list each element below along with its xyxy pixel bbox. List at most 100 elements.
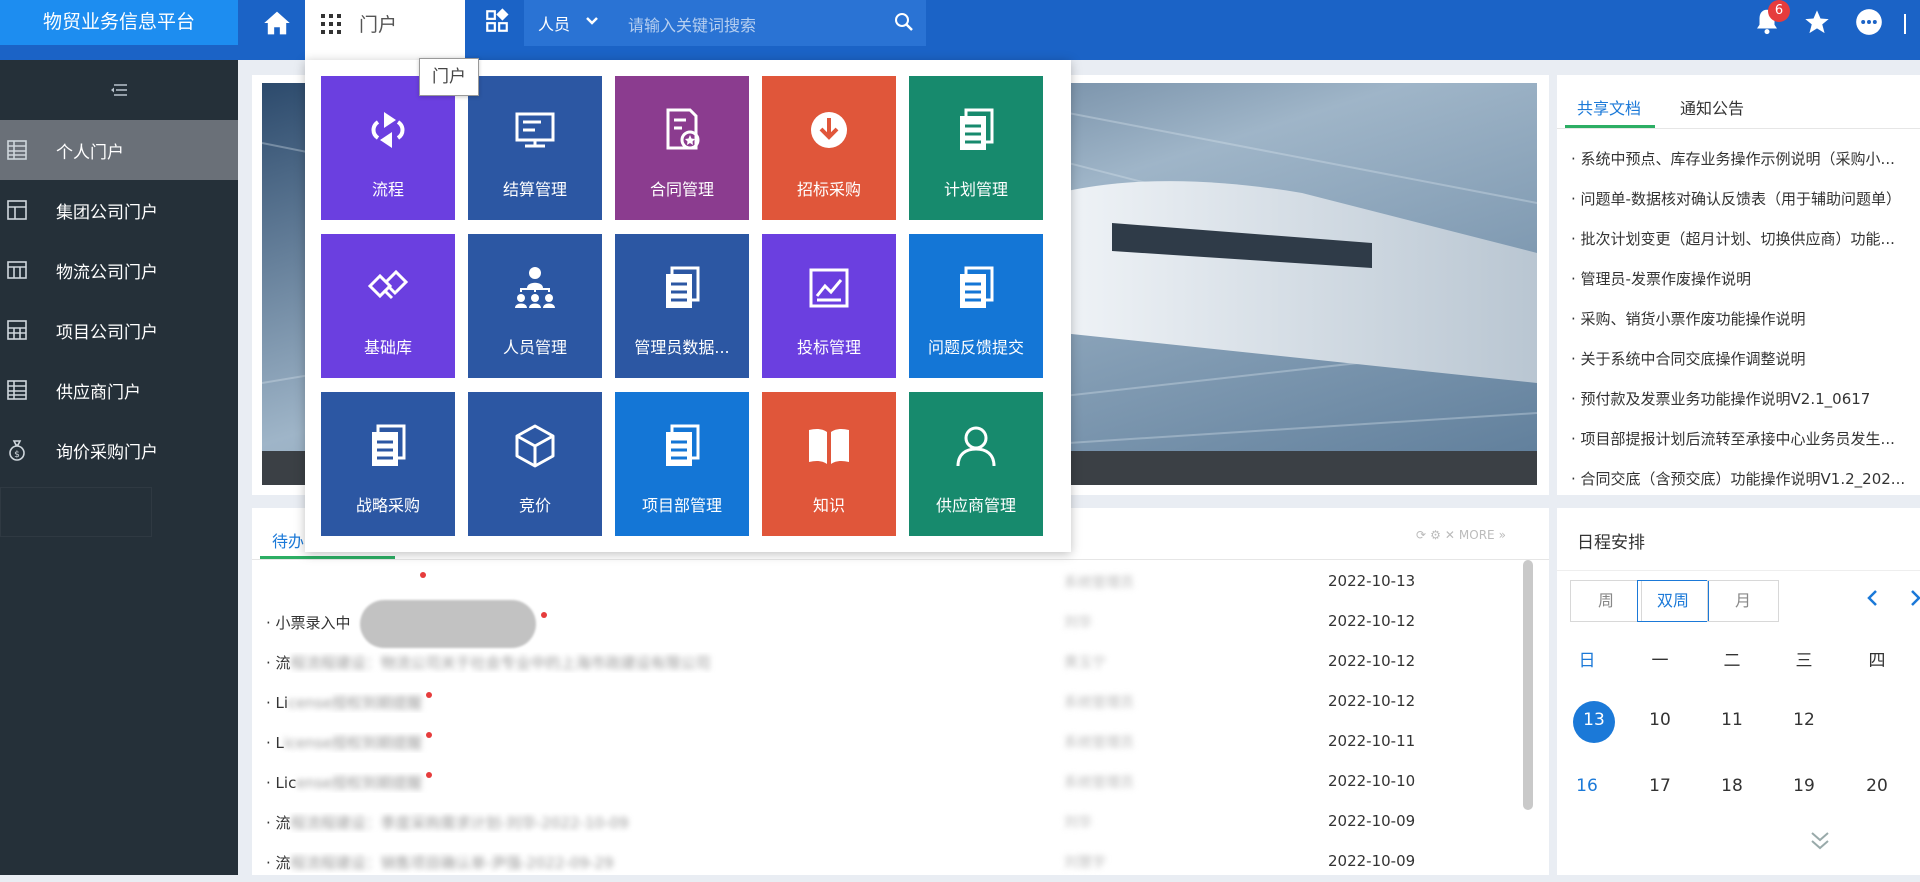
more-options-icon[interactable] (1855, 8, 1883, 36)
table-row[interactable]: · 流程流程建设：季度采购需求计划-刘华-2022-10-09 刘华 2022-… (252, 802, 1512, 842)
gear-icon[interactable]: ⚙ (1430, 528, 1441, 542)
chevron-down-icon[interactable] (584, 13, 600, 29)
tab-notices[interactable]: 通知公告 (1680, 95, 1744, 119)
table-icon (7, 380, 27, 400)
calendar-day[interactable]: 12 (1774, 710, 1834, 730)
view-week-button[interactable]: 周 (1570, 580, 1642, 622)
redacted-text: 程流程建设：销售项目确认单-尹强-2022-09-29 (290, 854, 614, 872)
list-item[interactable]: · 系统中预点、库存业务操作示例说明（采购小... (1571, 139, 1920, 179)
home-icon[interactable] (260, 6, 298, 40)
tile-label: 合同管理 (649, 180, 714, 199)
documents-panel: 共享文档 通知公告 · 系统中预点、库存业务操作示例说明（采购小... · 问题… (1557, 75, 1920, 495)
tile-personnel[interactable]: 人员管理 (468, 234, 602, 378)
tile-feedback[interactable]: 问题反馈提交 (909, 234, 1043, 378)
table-row[interactable]: · 流程流程建设：物流公司关于社会专业中的上海市政建设有限公司 黄玉宁 2022… (252, 642, 1512, 682)
table-row[interactable]: · License授权到期提醒 系统管理员 2022-10-11 (252, 722, 1512, 762)
tile-bidding[interactable]: 竞价 (468, 392, 602, 536)
tile-admin-data[interactable]: 管理员数据... (615, 234, 749, 378)
table-row[interactable]: 系统管理员 2022-10-13 (252, 562, 1512, 602)
tile-knowledge[interactable]: 知识 (762, 392, 896, 536)
list-item[interactable]: · 批次计划变更（超月计划、切换供应商）功能... (1571, 219, 1920, 259)
calendar-day[interactable]: 19 (1774, 776, 1834, 796)
tile-flow[interactable]: 流程 (321, 76, 455, 220)
redacted-text (266, 574, 416, 592)
chevron-left-icon[interactable] (1865, 588, 1881, 608)
calendar-day[interactable]: 11 (1702, 710, 1762, 730)
calendar-day[interactable]: 18 (1702, 776, 1762, 796)
portal-launcher-dropdown: 流程 结算管理 合同管理 招标采购 计划管理 基础库 人员管理 管理员数据...… (305, 60, 1071, 552)
tile-contract[interactable]: 合同管理 (615, 76, 749, 220)
close-icon[interactable]: ✕ (1445, 528, 1455, 542)
sidebar-item-personal-portal[interactable]: 个人门户 (0, 120, 238, 180)
search-scope-select[interactable]: 人员 (538, 11, 570, 35)
view-month-button[interactable]: 月 (1707, 580, 1779, 622)
tile-label: 基础库 (363, 338, 412, 357)
todo-date: 2022-10-10 (1328, 772, 1416, 790)
list-item[interactable]: · 项目部提报计划后流转至承接中心业务员发生... (1571, 419, 1920, 459)
portal-menu-tab[interactable]: 门户 (305, 0, 465, 60)
sidebar-item-group-portal[interactable]: 集团公司门户 (0, 180, 238, 240)
tile-base-library[interactable]: 基础库 (321, 234, 455, 378)
tile-tender-purchase[interactable]: 招标采购 (762, 76, 896, 220)
todo-title (266, 572, 866, 593)
sidebar-collapse-icon[interactable] (0, 60, 238, 120)
toolbar-divider (1904, 14, 1906, 34)
tab-todo[interactable]: 待办 (272, 528, 304, 552)
sidebar-item-logistics-portal[interactable]: 物流公司门户 (0, 240, 238, 300)
sidebar-item-label: 物流公司门户 (56, 263, 158, 283)
todo-panel: 待办 ⟳ ⚙ ✕ MORE» 系统管理员 2022-10-13 · 小票录入中 刘华 … (252, 508, 1549, 875)
tile-plan[interactable]: 计划管理 (909, 76, 1043, 220)
table-row[interactable]: · 流程流程建设：销售项目确认单-尹强-2022-09-29 刘慧宇 2022-… (252, 842, 1512, 882)
todo-date: 2022-10-13 (1328, 572, 1416, 590)
search-icon[interactable] (894, 12, 914, 32)
scrollbar[interactable] (1523, 560, 1533, 810)
list-item[interactable]: · 预付款及发票业务功能操作说明V2.1_0617 (1571, 379, 1920, 419)
calendar-day[interactable]: 20 (1847, 776, 1907, 796)
todo-title-text: 流 (275, 654, 291, 672)
tile-label: 竞价 (518, 496, 551, 515)
double-chevron-down-icon[interactable] (1808, 830, 1832, 852)
unread-dot (540, 612, 547, 618)
list-item[interactable]: · 问题单-数据核对确认反馈表（用于辅助问题单） (1571, 179, 1920, 219)
sidebar-item-inquiry-portal[interactable]: $ 询价采购门户 (0, 420, 238, 480)
search-input[interactable]: 请输入关键词搜索 (628, 12, 756, 36)
todo-title-text: Lic (275, 774, 297, 792)
tile-strategic-purchase[interactable]: 战略采购 (321, 392, 455, 536)
tile-project-dept[interactable]: 项目部管理 (615, 392, 749, 536)
calendar-day[interactable]: 17 (1630, 776, 1690, 796)
chevron-right-icon[interactable] (1909, 588, 1920, 608)
list-item[interactable]: · 采购、销货小票作废功能操作说明 (1571, 299, 1920, 339)
sidebar-item-project-portal[interactable]: 项目公司门户 (0, 300, 238, 360)
user-icon (956, 426, 996, 467)
calendar-day[interactable]: 10 (1630, 710, 1690, 730)
table-row[interactable]: · License授权到期提醒 系统管理员 2022-10-12 (252, 682, 1512, 722)
todo-person: 系统管理员 (1064, 775, 1134, 791)
list-item[interactable]: · 合同交底（含预交底）功能操作说明V1.2_202... (1571, 459, 1920, 499)
more-link[interactable]: MORE (1459, 528, 1495, 542)
list-item[interactable]: · 关于系统中合同交底操作调整说明 (1571, 339, 1920, 379)
tab-shared-documents[interactable]: 共享文档 (1577, 95, 1641, 119)
tile-label: 流程 (371, 180, 404, 199)
tile-supplier-management[interactable]: 供应商管理 (909, 392, 1043, 536)
sidebar-item-supplier-portal[interactable]: 供应商门户 (0, 360, 238, 420)
double-chevron-right-icon[interactable]: » (1499, 528, 1506, 542)
document-title: 批次计划变更（超月计划、切换供应商）功能... (1580, 230, 1895, 248)
tile-settlement[interactable]: 结算管理 (468, 76, 602, 220)
todo-person: 系统管理员 (1064, 695, 1134, 711)
apps-icon[interactable] (484, 8, 510, 34)
contract-icon (666, 108, 700, 150)
refresh-icon[interactable]: ⟳ (1416, 528, 1426, 542)
view-biweek-button[interactable]: 双周 (1637, 580, 1709, 622)
table-row[interactable]: · License授权到期提醒 系统管理员 2022-10-10 (252, 762, 1512, 802)
calendar-grid-icon (7, 261, 27, 279)
grid-icon (7, 320, 27, 340)
calendar-day-today[interactable]: 13 (1564, 710, 1624, 730)
todo-date: 2022-10-12 (1328, 652, 1416, 670)
tile-bid-management[interactable]: 投标管理 (762, 234, 896, 378)
list-item[interactable]: · 管理员-发票作废操作说明 (1571, 259, 1920, 299)
document-title: 问题单-数据核对确认反馈表（用于辅助问题单） (1580, 190, 1901, 208)
todo-person: 系统管理员 (1064, 735, 1134, 751)
sidebar-item-label: 询价采购门户 (56, 443, 158, 463)
star-icon[interactable] (1803, 8, 1831, 36)
calendar-day[interactable]: 16 (1557, 776, 1617, 796)
